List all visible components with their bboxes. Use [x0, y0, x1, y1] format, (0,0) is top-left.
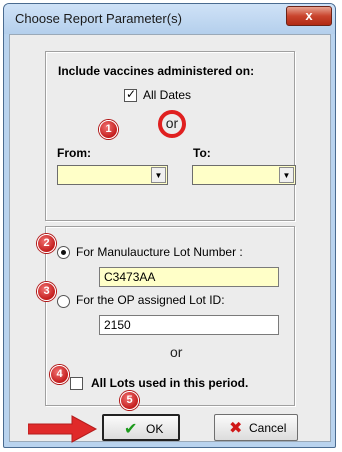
- close-icon: ✖: [229, 420, 243, 437]
- include-vaccines-heading: Include vaccines administered on:: [58, 64, 255, 78]
- op-lot-label: For the OP assigned Lot ID:: [76, 293, 225, 307]
- checkmark-icon: ✔: [124, 421, 138, 438]
- all-lots-checkbox[interactable]: [70, 377, 83, 390]
- cancel-button[interactable]: ✖ Cancel: [214, 414, 298, 441]
- close-button[interactable]: x: [286, 6, 332, 26]
- or-separator: or: [170, 344, 183, 360]
- to-date-select[interactable]: ▼: [192, 165, 296, 185]
- dialog-title: Choose Report Parameter(s): [15, 11, 182, 26]
- all-dates-checkbox[interactable]: ✓: [124, 87, 137, 102]
- to-label: To:: [193, 146, 211, 160]
- cancel-button-label: Cancel: [249, 421, 287, 435]
- annotation-badge-4: 4: [50, 365, 69, 384]
- all-lots-label: All Lots used in this period.: [91, 376, 249, 390]
- annotation-arrow-icon: [28, 415, 98, 443]
- dialog-body: Include vaccines administered on: ✓ All …: [9, 34, 331, 442]
- op-lot-input[interactable]: 2150: [99, 315, 279, 335]
- title-bar[interactable]: Choose Report Parameter(s) x: [4, 4, 335, 34]
- radio-selected-dot: [61, 250, 66, 255]
- dialog-window: Choose Report Parameter(s) x Include vac…: [3, 3, 336, 448]
- date-range-group: Include vaccines administered on: ✓ All …: [45, 51, 296, 221]
- all-dates-label: All Dates: [143, 88, 192, 102]
- manufacturer-lot-input[interactable]: C3473AA: [99, 267, 279, 287]
- checkmark-icon: ✓: [126, 87, 137, 101]
- ok-button[interactable]: ✔ OK: [102, 414, 180, 441]
- lot-group: For Manulaucture Lot Number : C3473AA Fo…: [37, 226, 295, 406]
- op-lot-radio[interactable]: [57, 295, 70, 308]
- annotation-badge-2: 2: [37, 234, 56, 253]
- annotation-badge-3: 3: [37, 282, 56, 301]
- chevron-down-icon[interactable]: ▼: [151, 167, 166, 183]
- ok-button-label: OK: [146, 422, 164, 436]
- manufacturer-lot-label: For Manulaucture Lot Number :: [76, 245, 243, 259]
- from-date-select[interactable]: ▼: [57, 165, 168, 185]
- or-highlight-ring: or: [158, 110, 186, 138]
- from-label: From:: [57, 146, 91, 160]
- chevron-down-icon[interactable]: ▼: [279, 167, 294, 183]
- manufacturer-lot-radio[interactable]: [57, 246, 70, 259]
- annotation-badge-1: 1: [99, 120, 118, 139]
- or-label: or: [165, 115, 179, 131]
- annotation-badge-5: 5: [120, 391, 139, 410]
